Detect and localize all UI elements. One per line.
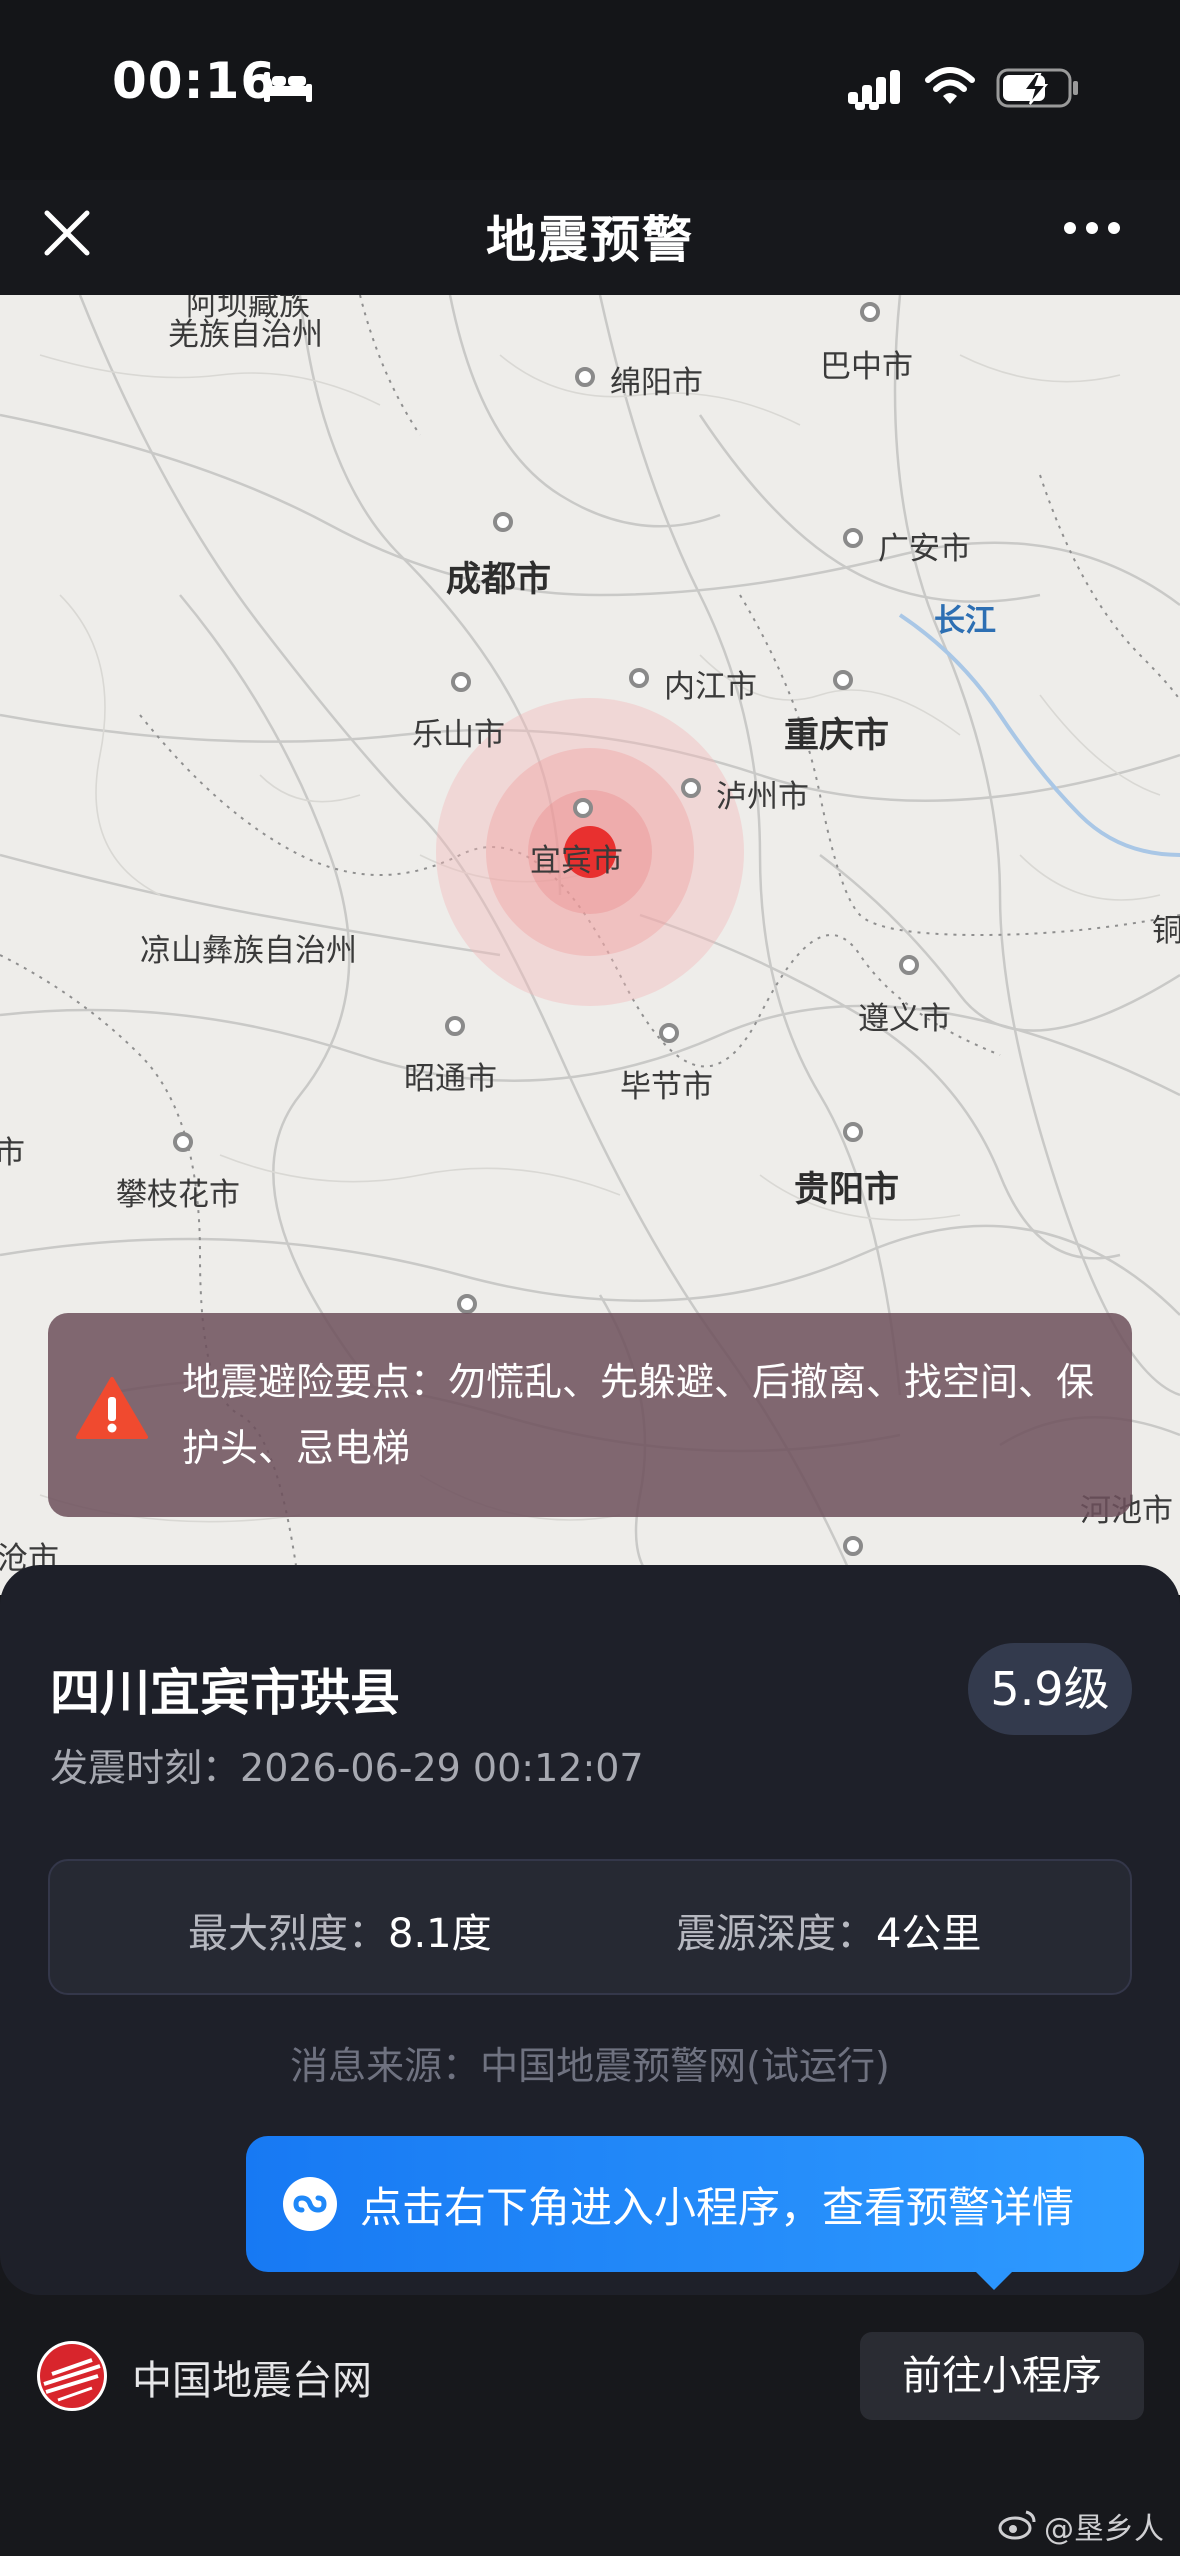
watermark: @垦乡人 [1044,2504,1164,2548]
focal-depth-value: 4公里 [876,1911,982,1957]
warning-icon [76,1377,148,1439]
max-intensity-label: 最大烈度： [188,1911,388,1957]
screen: 00:16 地震预警 阿坝藏族 羌族自治州 绵阳市 巴中市 成都市 广安市 长江… [0,0,1180,2556]
city-label-tong: 铜 [1152,913,1180,949]
cenc-logo-icon [37,2341,107,2411]
more-horizontal-icon[interactable] [1062,214,1122,242]
footer-source-name: 中国地震台网 [132,2358,372,2404]
city-label-mianyang: 绵阳市 [610,365,703,401]
weibo-icon [998,2510,1036,2540]
magnitude-badge: 5.9级 [968,1643,1132,1735]
status-time: 00:16 [112,52,277,110]
city-label-zhaotong: 昭通市 [404,1061,497,1097]
city-label-guiyang: 贵阳市 [794,1170,900,1210]
city-marker-panzhihua [173,1132,193,1152]
city-label-chengdu: 成都市 [446,560,552,600]
city-marker-bijie [659,1023,679,1043]
safety-tips-banner: 地震避险要点：勿慌乱、先躲避、后撤离、找空间、保护头、忌电梯 [48,1313,1132,1517]
city-marker-south [457,1294,477,1314]
city-label-neijiang: 内江市 [664,669,757,705]
focal-depth-label: 震源深度： [676,1911,876,1957]
quake-location: 四川宜宾市珙县 [50,1664,400,1722]
quake-time-label: 发震时刻： [50,1746,241,1790]
city-label-leshan: 乐山市 [412,717,505,753]
city-marker-hechi [843,1536,863,1556]
wifi-icon [925,67,975,104]
city-label-panzhihua: 攀枝花市 [116,1177,240,1213]
mini-program-tooltip[interactable]: 点击右下角进入小程序，查看预警详情 [246,2136,1144,2272]
city-label-yibin: 宜宾市 [530,843,623,879]
city-label-qiang: 羌族自治州 [168,317,323,353]
city-marker-guangan [843,528,863,548]
city-label-luzhou: 泸州市 [716,779,809,815]
city-label-edge-west: 市 [0,1135,25,1171]
quake-time-value: 2026-06-29 00:12:07 [240,1746,644,1790]
safety-tips-text: 地震避险要点：勿慌乱、先躲避、后撤离、找空间、保护头、忌电梯 [182,1360,1095,1470]
bed-icon [264,72,312,102]
river-label-changjiang: 长江 [934,603,996,639]
city-marker-zhaotong [445,1016,465,1036]
tooltip-arrow [972,2268,1016,2290]
city-marker-guiyang [843,1122,863,1142]
focal-depth: 震源深度：4公里 [676,1901,981,1959]
quake-stats: 最大烈度：8.1度 震源深度：4公里 [48,1859,1132,1995]
source-text: 消息来源：中国地震预警网(试运行) [290,2044,890,2088]
page-title: 地震预警 [486,211,694,269]
tooltip-text: 点击右下角进入小程序，查看预警详情 [360,2183,1075,2232]
city-marker-chengdu [493,512,513,532]
mini-program-link-icon [283,2177,337,2231]
city-marker-neijiang [629,668,649,688]
city-label-guangan: 广安市 [878,531,971,567]
cellular-signal-icon [848,70,900,110]
battery-charging-icon [996,68,1078,108]
city-label-liangshan: 凉山彝族自治州 [140,933,357,969]
city-label-bijie: 毕节市 [620,1069,713,1105]
city-marker-zunyi [899,955,919,975]
watermark-text: @垦乡人 [1044,2512,1164,2547]
city-marker-bazhong [860,302,880,322]
city-marker-luzhou [681,778,701,798]
quake-time: 发震时刻：2026-06-29 00:12:07 [50,1737,644,1792]
city-label-chongqing: 重庆市 [784,716,890,756]
status-bar: 00:16 [0,0,1180,180]
city-marker-chongqing [833,670,853,690]
city-marker-mianyang [575,367,595,387]
city-label-bazhong: 巴中市 [820,349,913,385]
city-marker-yibin [573,798,593,818]
city-label-zunyi: 遵义市 [858,1001,951,1037]
city-marker-leshan [451,672,471,692]
open-mini-program-button[interactable]: 前往小程序 [860,2332,1144,2420]
max-intensity: 最大烈度：8.1度 [188,1901,492,1959]
max-intensity-value: 8.1度 [388,1911,492,1957]
